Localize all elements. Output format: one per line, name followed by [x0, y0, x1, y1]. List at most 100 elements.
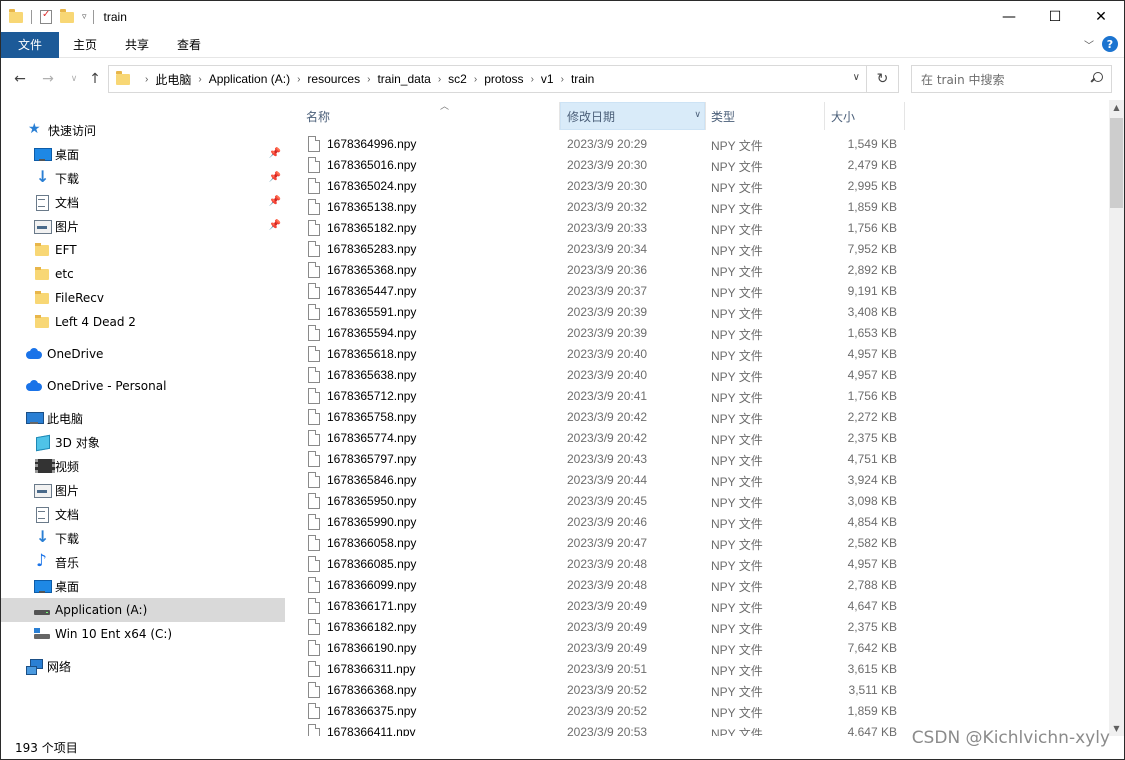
table-row[interactable]: 1678366085.npy 2023/3/9 20:48 NPY 文件 4,957 … [287, 554, 1107, 575]
table-row[interactable]: 1678365846.npy 2023/3/9 20:44 NPY 文件 3,924 … [287, 470, 1107, 491]
sidebar-item-pictures[interactable]: 图片 [1, 478, 285, 502]
sidebar-item-left-4-dead-2[interactable]: Left 4 Dead 2 [1, 310, 285, 334]
refresh-icon[interactable]: ↻ [867, 65, 899, 93]
table-row[interactable]: 1678366375.npy 2023/3/9 20:52 NPY 文件 1,859 … [287, 701, 1107, 722]
properties-icon[interactable] [38, 9, 54, 25]
table-row[interactable]: 1678365447.npy 2023/3/9 20:37 NPY 文件 9,191 … [287, 281, 1107, 302]
breadcrumb-resources[interactable]: resources [307, 72, 360, 86]
sidebar-item-documents-pinned[interactable]: 文档 📌 [1, 190, 285, 214]
table-row[interactable]: 1678365024.npy 2023/3/9 20:30 NPY 文件 2,995 … [287, 176, 1107, 197]
breadcrumb-train-data[interactable]: train_data [377, 72, 430, 86]
table-row[interactable]: 1678365182.npy 2023/3/9 20:33 NPY 文件 1,756 … [287, 218, 1107, 239]
up-arrow-icon[interactable]: ↑ [84, 68, 106, 90]
sidebar-item-onedrive-personal[interactable]: OneDrive - Personal [1, 374, 285, 398]
chevron-right-icon[interactable]: › [531, 74, 534, 85]
table-row[interactable]: 1678365368.npy 2023/3/9 20:36 NPY 文件 2,892 … [287, 260, 1107, 281]
sidebar-item-music[interactable]: 音乐 [1, 550, 285, 574]
sidebar-item-desktop[interactable]: 桌面 [1, 574, 285, 598]
minimize-button[interactable]: — [986, 1, 1032, 32]
sidebar-item-onedrive[interactable]: OneDrive [1, 342, 285, 366]
sidebar-item-downloads[interactable]: 下载 [1, 526, 285, 550]
table-row[interactable]: 1678365283.npy 2023/3/9 20:34 NPY 文件 7,952 … [287, 239, 1107, 260]
column-divider[interactable] [904, 102, 905, 130]
sidebar-item-3d-objects[interactable]: 3D 对象 [1, 430, 285, 454]
breadcrumb-this-pc[interactable]: 此电脑 [155, 71, 191, 88]
table-row[interactable]: 1678366171.npy 2023/3/9 20:49 NPY 文件 4,647 … [287, 596, 1107, 617]
pin-icon[interactable]: 📌 [269, 196, 281, 207]
table-row[interactable]: 1678365758.npy 2023/3/9 20:42 NPY 文件 2,272 … [287, 407, 1107, 428]
sidebar-item-etc[interactable]: etc [1, 262, 285, 286]
sidebar-item-network[interactable]: 网络 [1, 654, 285, 678]
new-folder-icon[interactable] [60, 8, 76, 25]
scroll-up-arrow-icon[interactable]: ▲ [1109, 100, 1124, 115]
table-row[interactable]: 1678365638.npy 2023/3/9 20:40 NPY 文件 4,957 … [287, 365, 1107, 386]
column-filter-chevron-icon[interactable]: ∨ [694, 110, 701, 120]
breadcrumb-train[interactable]: train [571, 72, 594, 86]
table-row[interactable]: 1678365591.npy 2023/3/9 20:39 NPY 文件 3,408 … [287, 302, 1107, 323]
sidebar-item-this-pc[interactable]: 此电脑 [1, 406, 285, 430]
maximize-button[interactable]: ☐ [1032, 1, 1078, 32]
breadcrumb-application-drive[interactable]: Application (A:) [209, 72, 290, 86]
tab-view[interactable]: 查看 [163, 32, 215, 58]
address-history-chevron-icon[interactable]: ∨ [853, 72, 860, 83]
chevron-right-icon[interactable]: › [367, 74, 370, 85]
sidebar-item-desktop-pinned[interactable]: 桌面 📌 [1, 142, 285, 166]
sidebar-item-application-drive[interactable]: Application (A:) [1, 598, 285, 622]
table-row[interactable]: 1678364996.npy 2023/3/9 20:29 NPY 文件 1,549 … [287, 134, 1107, 155]
sidebar-item-downloads-pinned[interactable]: 下载 📌 [1, 166, 285, 190]
pin-icon[interactable]: 📌 [269, 220, 281, 231]
chevron-right-icon[interactable]: › [438, 74, 441, 85]
pin-icon[interactable]: 📌 [269, 172, 281, 183]
table-row[interactable]: 1678365618.npy 2023/3/9 20:40 NPY 文件 4,957 … [287, 344, 1107, 365]
table-row[interactable]: 1678365774.npy 2023/3/9 20:42 NPY 文件 2,375 … [287, 428, 1107, 449]
recent-locations-chevron-icon[interactable]: ∨ [63, 68, 85, 90]
breadcrumb-sc2[interactable]: sc2 [448, 72, 467, 86]
chevron-right-icon[interactable]: › [145, 74, 148, 85]
forward-arrow-icon[interactable]: → [37, 68, 59, 90]
breadcrumb-protoss[interactable]: protoss [484, 72, 523, 86]
sidebar-item-system-drive[interactable]: Win 10 Ent x64 (C:) [1, 622, 285, 646]
vertical-scrollbar[interactable]: ▲ ▼ [1109, 100, 1124, 736]
search-icon[interactable] [1090, 72, 1103, 84]
table-row[interactable]: 1678365712.npy 2023/3/9 20:41 NPY 文件 1,756 … [287, 386, 1107, 407]
tab-share[interactable]: 共享 [111, 32, 163, 58]
chevron-right-icon[interactable]: › [297, 74, 300, 85]
chevron-right-icon[interactable]: › [474, 74, 477, 85]
table-row[interactable]: 1678365594.npy 2023/3/9 20:39 NPY 文件 1,653 … [287, 323, 1107, 344]
pin-icon[interactable]: 📌 [269, 148, 281, 159]
column-header-type[interactable]: 类型 [706, 102, 824, 130]
search-input[interactable]: 在 train 中搜索 [911, 65, 1112, 93]
tab-home[interactable]: 主页 [59, 32, 111, 58]
table-row[interactable]: 1678365950.npy 2023/3/9 20:45 NPY 文件 3,098 … [287, 491, 1107, 512]
chevron-right-icon[interactable]: › [561, 74, 564, 85]
chevron-right-icon[interactable]: › [198, 74, 201, 85]
table-row[interactable]: 1678366099.npy 2023/3/9 20:48 NPY 文件 2,788 … [287, 575, 1107, 596]
tab-file[interactable]: 文件 [1, 31, 59, 58]
close-button[interactable]: ✕ [1078, 1, 1124, 32]
address-bar[interactable]: › 此电脑 › Application (A:) › resources › t… [108, 65, 867, 93]
table-row[interactable]: 1678365016.npy 2023/3/9 20:30 NPY 文件 2,479 … [287, 155, 1107, 176]
sidebar-item-quick-access[interactable]: 快速访问 [1, 118, 285, 142]
customize-toolbar-dropdown-icon[interactable]: ▿ [82, 12, 87, 22]
column-header-date[interactable]: 修改日期 ∨ [560, 102, 705, 130]
table-row[interactable]: 1678366190.npy 2023/3/9 20:49 NPY 文件 7,642 … [287, 638, 1107, 659]
table-row[interactable]: 1678365797.npy 2023/3/9 20:43 NPY 文件 4,751 … [287, 449, 1107, 470]
breadcrumb-v1[interactable]: v1 [541, 72, 554, 86]
table-row[interactable]: 1678365138.npy 2023/3/9 20:32 NPY 文件 1,859 … [287, 197, 1107, 218]
sidebar-item-eft[interactable]: EFT [1, 238, 285, 262]
table-row[interactable]: 1678366058.npy 2023/3/9 20:47 NPY 文件 2,582 … [287, 533, 1107, 554]
scroll-down-arrow-icon[interactable]: ▼ [1109, 721, 1124, 736]
sidebar-item-pictures-pinned[interactable]: 图片 📌 [1, 214, 285, 238]
column-header-name[interactable]: 名称 ︿ [301, 102, 559, 130]
table-row[interactable]: 1678366311.npy 2023/3/9 20:51 NPY 文件 3,615 … [287, 659, 1107, 680]
sidebar-item-documents[interactable]: 文档 [1, 502, 285, 526]
table-row[interactable]: 1678365990.npy 2023/3/9 20:46 NPY 文件 4,854 … [287, 512, 1107, 533]
scroll-thumb[interactable] [1110, 118, 1123, 208]
table-row[interactable]: 1678366368.npy 2023/3/9 20:52 NPY 文件 3,511 … [287, 680, 1107, 701]
help-icon[interactable]: ? [1102, 36, 1118, 52]
column-header-size[interactable]: 大小 [825, 102, 904, 130]
table-row[interactable]: 1678366182.npy 2023/3/9 20:49 NPY 文件 2,375 … [287, 617, 1107, 638]
sidebar-item-filerecv[interactable]: FileRecv [1, 286, 285, 310]
sidebar-item-videos[interactable]: 视频 [1, 454, 285, 478]
expand-ribbon-chevron-icon[interactable]: ﹀ [1084, 37, 1094, 52]
